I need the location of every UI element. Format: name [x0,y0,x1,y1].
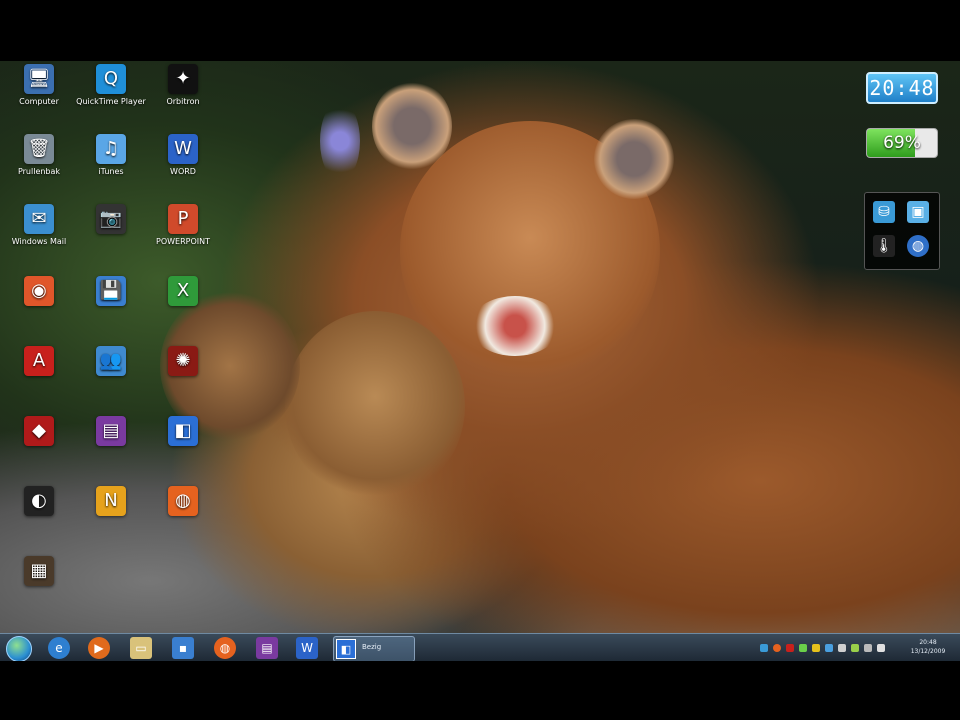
word-icon: W [168,134,198,164]
tray-icon-chat[interactable] [825,644,833,652]
tray-icon-firefox[interactable] [773,644,781,652]
floppy-disk-icon: 💾 [96,276,126,306]
desktop-icon-label: QuickTime Player [76,97,146,106]
battery-nub [937,138,938,148]
desktop-icon-label: Computer [19,97,59,106]
game-icon: ✺ [168,346,198,376]
pdf-icon: A [24,346,54,376]
desktop-icon-recycle-bin[interactable]: 🗑 Prullenbak [0,134,78,177]
desktop-icon-firefox[interactable]: ◍ [144,486,222,519]
orbitron-icon: ✦ [168,64,198,94]
active-task-label: Bezig [362,643,382,651]
bottom-letterbox [0,661,960,720]
desktop-icon-label: Orbitron [166,97,200,106]
desktop-icon-label: WORD [170,167,196,176]
desktop-icon-computer[interactable]: 🖥 Computer [0,64,78,107]
clock-time: 20:48 [869,76,935,100]
desktop-icon-film[interactable]: ▦ [0,556,78,589]
tray-icon-power[interactable] [851,644,859,652]
tray-icon-update[interactable] [838,644,846,652]
blue-app-icon: ◧ [336,639,356,659]
tray-icon-signal[interactable] [864,644,872,652]
powerpoint-icon: P [168,204,198,234]
desktop-icon-itunes[interactable]: ♫ iTunes [72,134,150,177]
desktop-icon-powerpoint[interactable]: P POWERPOINT [144,204,222,247]
desktop-icon-label: Windows Mail [11,237,67,246]
start-button[interactable] [6,636,32,662]
computer-icon: 🖥 [24,64,54,94]
excel-icon: X [168,276,198,306]
desktop-icon-camera[interactable]: 📷 [72,204,150,237]
desktop-icon-red-app[interactable]: ◆ [0,416,78,449]
globe-icon[interactable]: ◍ [907,235,929,257]
battery-gadget[interactable]: 69% [866,128,938,158]
tray-icon-security[interactable] [812,644,820,652]
winrar-icon: ▤ [96,416,126,446]
battery-percent: 69% [883,133,921,153]
top-letterbox [0,0,960,61]
taskbar: e ▶ ▭ ▪ ◍ ▤ W ◧ Bezig 20:48 13/12/2009 [0,633,960,662]
media-player-icon[interactable]: ▶ [88,637,110,659]
desktop-icon-label: POWERPOINT [156,237,210,246]
norton-icon: N [96,486,126,516]
clock-gadget[interactable]: 20:48 [866,72,938,104]
desktop-icon-orbitron[interactable]: ✦ Orbitron [144,64,222,107]
desktop-icon-pdf[interactable]: A [0,346,78,379]
blue-app-icon: ◧ [168,416,198,446]
word-icon[interactable]: W [296,637,318,659]
windows-mail-icon: ✉ [24,204,54,234]
quick-launch-gadget[interactable]: ⛁ ▣ 🌡 ◍ [864,192,940,270]
ie-icon[interactable]: e [48,637,70,659]
film-icon: ▦ [24,556,54,586]
wallpaper-flowers [320,101,360,181]
network-icon[interactable]: ⛁ [873,201,895,223]
recycle-bin-icon: 🗑 [24,134,54,164]
desktop-icon-users[interactable]: 👥 [72,346,150,379]
windows-explorer-icon[interactable]: ▭ [130,637,152,659]
desktop-icon-blue-app[interactable]: ◧ [144,416,222,449]
quicktime-icon: Q [96,64,126,94]
tray-icon-network[interactable] [760,644,768,652]
desktop-icon-norton[interactable]: N [72,486,150,519]
wallpaper-puma-ear-left [372,81,452,171]
firefox-icon: ◍ [168,486,198,516]
tray-icon-app[interactable] [786,644,794,652]
itunes-icon: ♫ [96,134,126,164]
photo-camera-icon: ◉ [24,276,54,306]
desktop[interactable]: 🖥 Computer Q QuickTime Player ✦ Orbitron 🗑 Prul… [0,61,960,661]
wallpaper-puma-mouth [470,296,560,356]
thermometer-icon[interactable]: 🌡 [873,235,895,257]
wallpaper-cub [285,311,465,501]
tray-date: 13/12/2009 [910,648,946,655]
tray-clock[interactable]: 20:48 13/12/2009 [900,638,956,656]
desktop-icon-photo-camera[interactable]: ◉ [0,276,78,309]
desktop-icon-word[interactable]: W WORD [144,134,222,177]
tray-icon-battery[interactable] [799,644,807,652]
firefox-icon[interactable]: ◍ [214,637,236,659]
desktop-icon-excel[interactable]: X [144,276,222,309]
users-icon: 👥 [96,346,126,376]
desktop-icon-dark-app[interactable]: ◐ [0,486,78,519]
tray-time: 20:48 [919,639,937,646]
dark-app-icon: ◐ [24,486,54,516]
desktop-icon-label: iTunes [98,167,124,176]
tray-icon-volume[interactable] [877,644,885,652]
desktop-icon-quicktime[interactable]: Q QuickTime Player [72,64,150,107]
desktop-icon-windows-mail[interactable]: ✉ Windows Mail [0,204,78,247]
floppy-disk-icon[interactable]: ▪ [172,637,194,659]
desktop-icon-floppy-disk[interactable]: 💾 [72,276,150,309]
winrar-icon[interactable]: ▤ [256,637,278,659]
desktop-icon-label: Prullenbak [17,167,61,176]
red-app-icon: ◆ [24,416,54,446]
wallpaper-puma-ear-right [594,119,674,199]
control-icon[interactable]: ▣ [907,201,929,223]
desktop-icon-game[interactable]: ✺ [144,346,222,379]
active-task-button[interactable]: ◧ Bezig [333,636,415,662]
desktop-icon-winrar[interactable]: ▤ [72,416,150,449]
camera-icon: 📷 [96,204,126,234]
